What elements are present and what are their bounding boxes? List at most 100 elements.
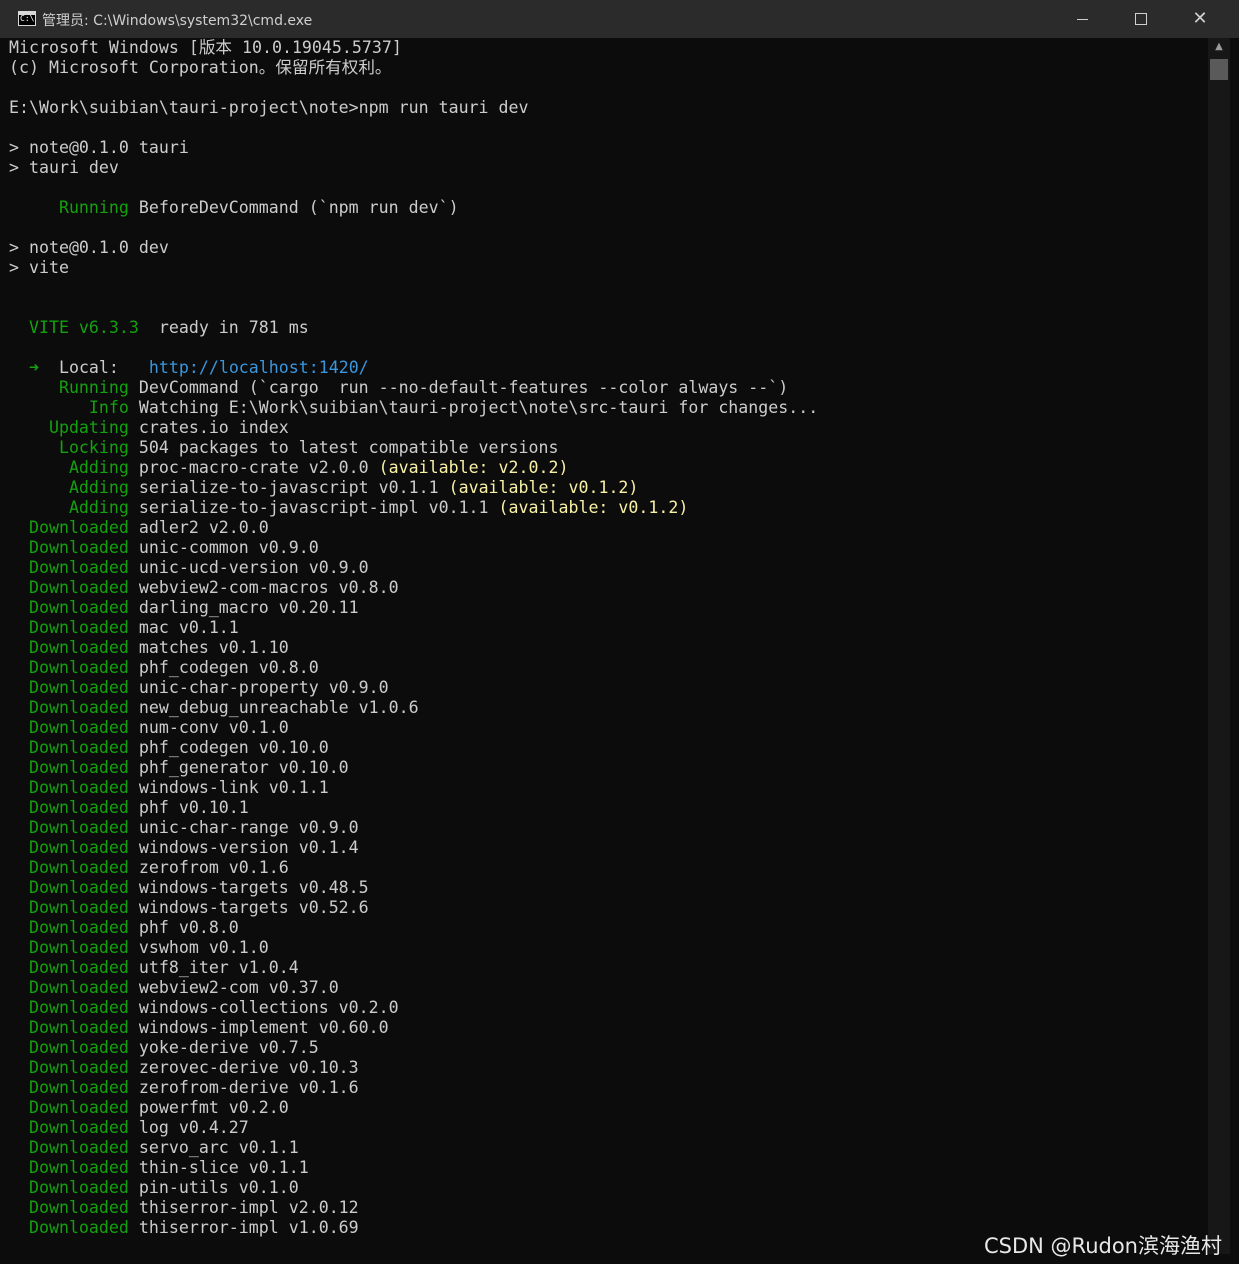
console-line: Downloaded windows-version v0.1.4 <box>9 838 818 858</box>
console-text: Downloaded <box>9 1138 129 1157</box>
console-text: mac v0.1.1 <box>128 618 239 637</box>
scrollbar-thumb[interactable] <box>1210 59 1228 80</box>
console-text: Downloaded <box>9 758 129 777</box>
vertical-scrollbar[interactable]: ▲ <box>1208 38 1230 1254</box>
console-text: unic-common v0.9.0 <box>128 538 319 557</box>
console-text: Downloaded <box>9 878 129 897</box>
console-text: Downloaded <box>9 1118 129 1137</box>
console-text: powerfmt v0.2.0 <box>128 1098 289 1117</box>
maximize-button[interactable] <box>1112 0 1170 38</box>
watermark: CSDN @Rudon滨海渔村 <box>984 1234 1222 1258</box>
console-text: VITE v6.3.3 <box>9 318 139 337</box>
console-text: Downloaded <box>9 778 129 797</box>
console-text: (c) Microsoft Corporation。保留所有权利。 <box>9 58 392 77</box>
console-text: adler2 v2.0.0 <box>128 518 269 537</box>
console-line: Downloaded webview2-com-macros v0.8.0 <box>9 578 818 598</box>
console-text: windows-collections v0.2.0 <box>128 998 399 1017</box>
console-text: yoke-derive v0.7.5 <box>128 1038 319 1057</box>
console-text: > tauri dev <box>9 158 119 177</box>
console-text: unic-ucd-version v0.9.0 <box>128 558 369 577</box>
console-text: Downloaded <box>9 1018 129 1037</box>
console-text: pin-utils v0.1.0 <box>128 1178 299 1197</box>
console-line: Downloaded mac v0.1.1 <box>9 618 818 638</box>
minimize-button[interactable] <box>1053 0 1111 38</box>
console-line: Downloaded unic-char-property v0.9.0 <box>9 678 818 698</box>
console-text: webview2-com v0.37.0 <box>128 978 339 997</box>
console-text: > vite <box>9 258 69 277</box>
maximize-icon <box>1135 13 1147 25</box>
console-text: matches v0.1.10 <box>128 638 289 657</box>
console-line: > vite <box>9 258 818 278</box>
console-text: Adding <box>9 498 129 517</box>
console-lines: Microsoft Windows [版本 10.0.19045.5737] (c… <box>9 38 818 1238</box>
console-text: Downloaded <box>9 898 129 917</box>
console-link[interactable]: http://localhost:1420/ <box>149 358 369 377</box>
console-text: Downloaded <box>9 1178 129 1197</box>
console-text: Downloaded <box>9 1058 129 1077</box>
console-line: Downloaded windows-implement v0.60.0 <box>9 1018 818 1038</box>
console-text: Downloaded <box>9 798 129 817</box>
console-text: Watching E:\Work\suibian\tauri-project\n… <box>128 398 819 417</box>
console-text: Downloaded <box>9 938 129 957</box>
console-text: Downloaded <box>9 1158 129 1177</box>
console-output[interactable]: Microsoft Windows [版本 10.0.19045.5737] (c… <box>0 38 1208 1264</box>
console-line: Downloaded utf8_iter v1.0.4 <box>9 958 818 978</box>
console-line: Downloaded new_debug_unreachable v1.0.6 <box>9 698 818 718</box>
console-text: Downloaded <box>9 1098 129 1117</box>
console-text: phf_codegen v0.10.0 <box>128 738 329 757</box>
console-line: Downloaded unic-common v0.9.0 <box>9 538 818 558</box>
console-text: Downloaded <box>9 638 129 657</box>
minimize-icon <box>1076 18 1088 20</box>
console-line: > note@0.1.0 dev <box>9 238 818 258</box>
console-text: Downloaded <box>9 958 129 977</box>
console-line: Downloaded thiserror-impl v2.0.12 <box>9 1198 818 1218</box>
console-text: windows-targets v0.52.6 <box>128 898 369 917</box>
console-text: phf_generator v0.10.0 <box>128 758 349 777</box>
console-line: (c) Microsoft Corporation。保留所有权利。 <box>9 58 818 78</box>
console-line: Downloaded vswhom v0.1.0 <box>9 938 818 958</box>
console-text: zerofrom v0.1.6 <box>128 858 289 877</box>
console-text: Adding <box>9 478 129 497</box>
console-text: Downloaded <box>9 598 129 617</box>
console-text: Downloaded <box>9 558 129 577</box>
console-text: ms <box>278 318 309 337</box>
console-line: Downloaded yoke-derive v0.7.5 <box>9 1038 818 1058</box>
console-text: Downloaded <box>9 1038 129 1057</box>
console-line: Info Watching E:\Work\suibian\tauri-proj… <box>9 398 818 418</box>
console-text: thin-slice v0.1.1 <box>128 1158 309 1177</box>
console-text: Downloaded <box>9 718 129 737</box>
console-line: Adding serialize-to-javascript v0.1.1 (a… <box>9 478 818 498</box>
console-line: Downloaded darling_macro v0.20.11 <box>9 598 818 618</box>
console-text: windows-targets v0.48.5 <box>128 878 369 897</box>
console-line: Downloaded unic-char-range v0.9.0 <box>9 818 818 838</box>
cmd-icon: C:\ <box>18 11 36 26</box>
console-text: Downloaded <box>9 1198 129 1217</box>
console-text: Downloaded <box>9 998 129 1017</box>
title-bar[interactable]: C:\ 管理员: C:\Windows\system32\cmd.exe ✕ <box>0 0 1239 38</box>
console-text: utf8_iter v1.0.4 <box>128 958 299 977</box>
window-title: 管理员: C:\Windows\system32\cmd.exe <box>42 13 313 29</box>
console-line: Running BeforeDevCommand (`npm run dev`) <box>9 198 818 218</box>
console-text: Downloaded <box>9 678 129 697</box>
console-text: Updating <box>9 418 129 437</box>
console-line: Downloaded powerfmt v0.2.0 <box>9 1098 818 1118</box>
console-text: (available: v0.1.2) <box>498 498 689 517</box>
console-text: crates.io index <box>128 418 289 437</box>
close-button[interactable]: ✕ <box>1171 0 1229 38</box>
console-text: BeforeDevCommand (`npm run dev`) <box>128 198 459 217</box>
console-line: Downloaded zerofrom v0.1.6 <box>9 858 818 878</box>
console-text: Downloaded <box>9 858 129 877</box>
console-text: thiserror-impl v2.0.12 <box>128 1198 359 1217</box>
scroll-up-arrow-icon[interactable]: ▲ <box>1208 38 1230 56</box>
console-line: Downloaded webview2-com v0.37.0 <box>9 978 818 998</box>
console-text: Downloaded <box>9 978 129 997</box>
console-text: Downloaded <box>9 538 129 557</box>
console-text: Adding <box>9 458 129 477</box>
console-text: serialize-to-javascript v0.1.1 <box>128 478 449 497</box>
